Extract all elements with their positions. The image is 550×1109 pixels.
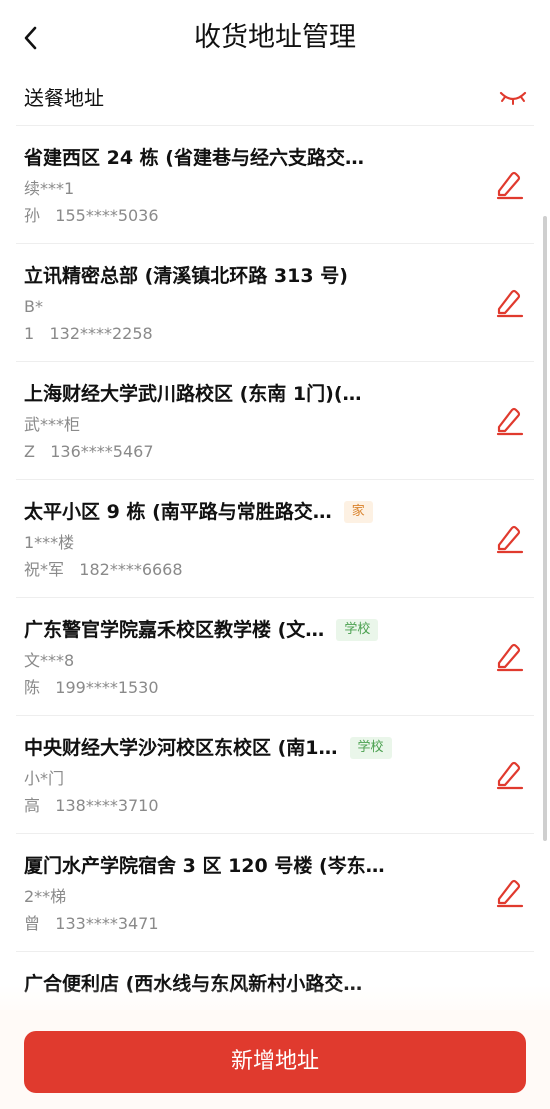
address-contact: Z 136****5467 <box>24 441 154 463</box>
address-item[interactable]: 太平小区 9 栋 (南平路与常胜路交… 家 1***楼 祝*军 182****6… <box>0 480 550 598</box>
address-contact: 陈 199****1530 <box>24 677 159 699</box>
contact-name: 祝*军 <box>24 560 65 579</box>
contact-phone: 182****6668 <box>79 560 183 579</box>
edit-icon <box>496 643 524 672</box>
edit-address-button[interactable] <box>492 876 526 910</box>
contact-phone: 199****1530 <box>55 678 159 697</box>
closed-eye-icon <box>499 91 527 105</box>
address-tag: 家 <box>343 501 373 523</box>
address-detail: 2**梯 <box>24 887 67 906</box>
contact-name: Z <box>24 442 35 461</box>
address-title: 省建西区 24 栋 (省建巷与经六支路交… <box>24 147 364 169</box>
address-item[interactable]: 省建西区 24 栋 (省建巷与经六支路交… 续***1 孙 155****503… <box>0 126 550 244</box>
section-label: 送餐地址 <box>24 86 104 110</box>
edit-address-button[interactable] <box>492 286 526 320</box>
address-title: 立讯精密总部 (清溪镇北环路 313 号) <box>24 265 348 287</box>
edit-icon <box>496 171 524 200</box>
contact-phone: 132****2258 <box>49 324 153 343</box>
address-title: 中央财经大学沙河校区东校区 (南1… <box>24 737 338 759</box>
address-detail: 1***楼 <box>24 533 75 552</box>
address-tag: 学校 <box>336 619 379 641</box>
address-title: 上海财经大学武川路校区 (东南 1门)(… <box>24 383 362 405</box>
address-detail: 文***8 <box>24 651 75 670</box>
address-title: 厦门水产学院宿舍 3 区 120 号楼 (岑东… <box>24 855 385 877</box>
page-title: 收货地址管理 <box>194 22 356 53</box>
scrollbar[interactable] <box>543 216 547 841</box>
address-detail: 小*门 <box>24 769 65 788</box>
address-detail: B* <box>24 297 43 316</box>
address-title-row: 太平小区 9 栋 (南平路与常胜路交… 家 <box>24 498 373 526</box>
contact-name: 1 <box>24 324 35 343</box>
edit-address-button[interactable] <box>492 640 526 674</box>
address-item[interactable]: 上海财经大学武川路校区 (东南 1门)(… 武***柜 Z 136****546… <box>0 362 550 480</box>
address-contact: 曾 133****3471 <box>24 913 159 935</box>
contact-name: 孙 <box>24 206 41 225</box>
address-contact: 祝*军 182****6668 <box>24 559 183 581</box>
address-title-row: 厦门水产学院宿舍 3 区 120 号楼 (岑东… <box>24 852 385 880</box>
address-item[interactable]: 厦门水产学院宿舍 3 区 120 号楼 (岑东… 2**梯 曾 133****3… <box>0 834 550 952</box>
address-contact: 高 138****3710 <box>24 795 159 817</box>
contact-phone: 133****3471 <box>55 914 159 933</box>
address-item[interactable]: 中央财经大学沙河校区东校区 (南1… 学校 小*门 高 138****3710 <box>0 716 550 834</box>
address-list: 省建西区 24 栋 (省建巷与经六支路交… 续***1 孙 155****503… <box>0 126 550 1010</box>
edit-icon <box>496 289 524 318</box>
address-title: 广东警官学院嘉禾校区教学楼 (文… <box>24 619 325 641</box>
top-bar: 收货地址管理 <box>0 0 550 78</box>
address-detail: 续***1 <box>24 179 75 198</box>
address-detail: 武***柜 <box>24 415 81 434</box>
address-title: 太平小区 9 栋 (南平路与常胜路交… <box>24 501 332 523</box>
address-contact: 1 132****2258 <box>24 323 153 345</box>
contact-name: 陈 <box>24 678 41 697</box>
address-contact: 孙 155****5036 <box>24 205 159 227</box>
address-title-row: 广东警官学院嘉禾校区教学楼 (文… 学校 <box>24 616 379 644</box>
edit-icon <box>496 879 524 908</box>
section-header: 送餐地址 <box>0 78 550 126</box>
address-item[interactable]: 广东警官学院嘉禾校区教学楼 (文… 学校 文***8 陈 199****1530 <box>0 598 550 716</box>
contact-name: 曾 <box>24 914 41 933</box>
add-address-button[interactable]: 新增地址 <box>24 1031 526 1093</box>
address-title-row: 上海财经大学武川路校区 (东南 1门)(… <box>24 380 362 408</box>
contact-phone: 136****5467 <box>50 442 154 461</box>
edit-address-button[interactable] <box>492 758 526 792</box>
edit-icon <box>496 407 524 436</box>
contact-name: 高 <box>24 796 41 815</box>
edit-icon <box>496 761 524 790</box>
edit-icon <box>496 525 524 554</box>
edit-address-button[interactable] <box>492 168 526 202</box>
edit-address-button[interactable] <box>492 404 526 438</box>
contact-phone: 138****3710 <box>55 796 159 815</box>
collapse-toggle-button[interactable] <box>496 86 530 110</box>
address-title-row: 中央财经大学沙河校区东校区 (南1… 学校 <box>24 734 392 762</box>
address-title-row: 立讯精密总部 (清溪镇北环路 313 号) <box>24 262 348 290</box>
contact-phone: 155****5036 <box>55 206 159 225</box>
edit-address-button[interactable] <box>492 522 526 556</box>
address-management-page: 收货地址管理 送餐地址 省建西区 24 栋 (省建巷与经六支路交… 续***1 … <box>0 0 550 1109</box>
address-item[interactable]: 立讯精密总部 (清溪镇北环路 313 号) B* 1 132****2258 <box>0 244 550 362</box>
address-title-row: 省建西区 24 栋 (省建巷与经六支路交… <box>24 144 364 172</box>
address-tag: 学校 <box>349 737 392 759</box>
